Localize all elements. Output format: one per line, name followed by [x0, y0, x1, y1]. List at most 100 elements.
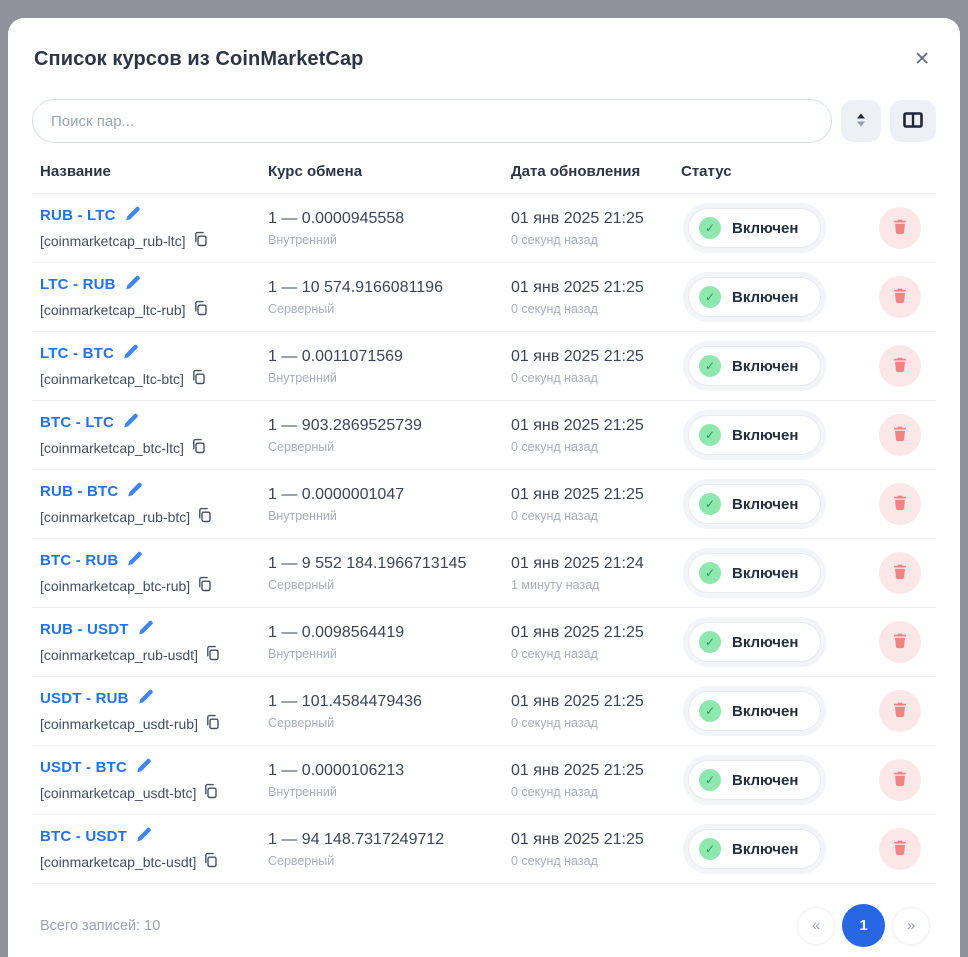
status-cell: ✓ Включен — [673, 692, 855, 730]
rate-cell: 1 — 94 148.7317249712 Серверный — [260, 831, 503, 868]
pagination-prev-button[interactable]: « — [797, 907, 835, 945]
delete-button[interactable] — [879, 759, 921, 801]
pair-link[interactable]: BTC - LTC — [40, 414, 114, 431]
table-row: RUB - USDT [coinmarketcap_rub-usdt] — [32, 608, 936, 677]
delete-button[interactable] — [879, 828, 921, 870]
status-toggle-button[interactable]: ✓ Включен — [689, 278, 820, 316]
name-cell: LTC - BTC [coinmarketcap_ltc-btc] — [32, 344, 260, 388]
copy-button[interactable] — [197, 507, 212, 526]
status-toggle-button[interactable]: ✓ Включен — [689, 485, 820, 523]
edit-button[interactable] — [126, 482, 143, 501]
name-cell: BTC - USDT [coinmarketcap_btc-usdt] — [32, 827, 260, 871]
check-circle-icon: ✓ — [699, 217, 721, 239]
status-toggle-button[interactable]: ✓ Включен — [689, 761, 820, 799]
delete-button[interactable] — [879, 690, 921, 732]
status-toggle-button[interactable]: ✓ Включен — [689, 347, 820, 385]
actions-cell — [855, 552, 936, 594]
pencil-icon — [126, 482, 143, 501]
sort-button[interactable] — [841, 100, 881, 142]
check-circle-icon: ✓ — [699, 493, 721, 515]
search-input[interactable] — [32, 99, 832, 143]
rate-cell: 1 — 0.0011071569 Внутренний — [260, 348, 503, 385]
trash-icon — [892, 563, 908, 583]
name-cell: RUB - USDT [coinmarketcap_rub-usdt] — [32, 620, 260, 664]
check-circle-icon: ✓ — [699, 700, 721, 722]
delete-button[interactable] — [879, 207, 921, 249]
pair-link[interactable]: BTC - RUB — [40, 552, 118, 569]
edit-button[interactable] — [124, 275, 141, 294]
check-circle-icon: ✓ — [699, 769, 721, 791]
pencil-icon — [135, 758, 152, 777]
copy-button[interactable] — [203, 852, 218, 871]
delete-button[interactable] — [879, 483, 921, 525]
updated-at: 01 янв 2025 21:25 — [511, 831, 673, 849]
updated-at: 01 янв 2025 21:25 — [511, 693, 673, 711]
copy-icon — [203, 783, 218, 802]
pair-link[interactable]: RUB - USDT — [40, 621, 129, 638]
pagination-page-button[interactable]: 1 — [842, 904, 885, 947]
status-cell: ✓ Включен — [673, 623, 855, 661]
pair-link[interactable]: LTC - RUB — [40, 276, 116, 293]
rate-value: 1 — 0.0000106213 — [268, 762, 503, 780]
pagination-next-button[interactable]: » — [892, 907, 930, 945]
delete-button[interactable] — [879, 552, 921, 594]
column-header-status: Статус — [673, 163, 855, 180]
edit-button[interactable] — [137, 689, 154, 708]
rates-table: Название Курс обмена Дата обновления Ста… — [32, 143, 936, 884]
columns-button[interactable] — [890, 100, 936, 142]
actions-cell — [855, 207, 936, 249]
status-cell: ✓ Включен — [673, 485, 855, 523]
edit-button[interactable] — [122, 344, 139, 363]
columns-layout-icon — [903, 112, 923, 131]
status-toggle-button[interactable]: ✓ Включен — [689, 830, 820, 868]
close-button[interactable]: ✕ — [910, 46, 934, 73]
edit-button[interactable] — [135, 827, 152, 846]
updated-ago: 0 секунд назад — [511, 647, 673, 661]
name-cell: USDT - RUB [coinmarketcap_usdt-rub] — [32, 689, 260, 733]
modal-title: Список курсов из CoinMarketCap — [34, 48, 363, 71]
edit-button[interactable] — [135, 758, 152, 777]
pair-code: [coinmarketcap_btc-rub] — [40, 578, 190, 594]
status-toggle-button[interactable]: ✓ Включен — [689, 623, 820, 661]
status-toggle-button[interactable]: ✓ Включен — [689, 692, 820, 730]
pair-link[interactable]: LTC - BTC — [40, 345, 114, 362]
copy-button[interactable] — [197, 576, 212, 595]
copy-button[interactable] — [191, 369, 206, 388]
delete-button[interactable] — [879, 414, 921, 456]
edit-button[interactable] — [126, 551, 143, 570]
delete-button[interactable] — [879, 621, 921, 663]
updated-ago: 0 секунд назад — [511, 440, 673, 454]
rate-type: Серверный — [268, 854, 503, 868]
edit-button[interactable] — [122, 413, 139, 432]
status-toggle-button[interactable]: ✓ Включен — [689, 209, 820, 247]
copy-button[interactable] — [205, 645, 220, 664]
pair-link[interactable]: RUB - LTC — [40, 207, 116, 224]
copy-icon — [205, 645, 220, 664]
copy-button[interactable] — [203, 783, 218, 802]
edit-button[interactable] — [124, 206, 141, 225]
updated-cell: 01 янв 2025 21:25 0 секунд назад — [503, 831, 673, 868]
updated-ago: 0 секунд назад — [511, 233, 673, 247]
edit-button[interactable] — [137, 620, 154, 639]
actions-cell — [855, 345, 936, 387]
pencil-icon — [137, 689, 154, 708]
delete-button[interactable] — [879, 276, 921, 318]
copy-button[interactable] — [193, 231, 208, 250]
pair-link[interactable]: USDT - RUB — [40, 690, 129, 707]
copy-button[interactable] — [205, 714, 220, 733]
actions-cell — [855, 276, 936, 318]
rate-cell: 1 — 10 574.9166081196 Серверный — [260, 279, 503, 316]
status-toggle-button[interactable]: ✓ Включен — [689, 554, 820, 592]
copy-button[interactable] — [191, 438, 206, 457]
check-icon: ✓ — [705, 566, 715, 580]
delete-button[interactable] — [879, 345, 921, 387]
actions-cell — [855, 621, 936, 663]
rate-value: 1 — 10 574.9166081196 — [268, 279, 503, 297]
pair-link[interactable]: USDT - BTC — [40, 759, 127, 776]
pair-link[interactable]: RUB - BTC — [40, 483, 118, 500]
pair-link[interactable]: BTC - USDT — [40, 828, 127, 845]
status-toggle-button[interactable]: ✓ Включен — [689, 416, 820, 454]
table-row: BTC - RUB [coinmarketcap_btc-rub] — [32, 539, 936, 608]
table-footer: Всего записей: 10 « 1 » — [32, 884, 936, 957]
copy-button[interactable] — [193, 300, 208, 319]
